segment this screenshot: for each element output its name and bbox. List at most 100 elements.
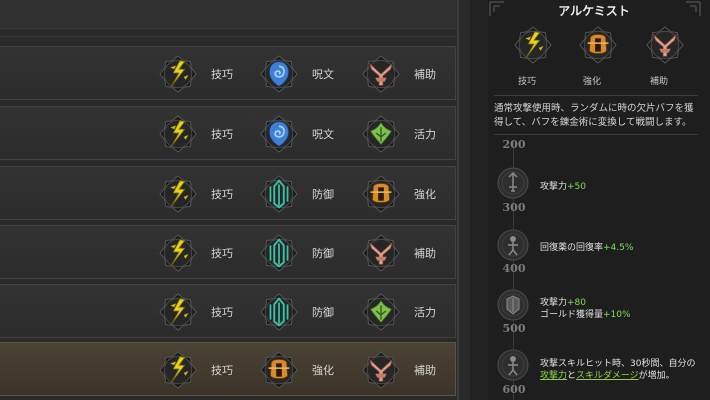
bonus-stat: 攻撃力 [540, 182, 568, 192]
class-description: 通常攻撃使用時、ランダムに時の欠片バフを獲得して、バフを錬金術に変換して戦闘しま… [494, 103, 694, 128]
bonus-stat: 攻撃力 [540, 298, 568, 308]
enhance-emblem-icon [362, 175, 400, 213]
trait-slot: 防御 [260, 175, 360, 213]
bonus-value: +80 [567, 298, 587, 308]
trait-slot: 呪文 [260, 55, 360, 93]
assist-emblem-icon [362, 55, 400, 93]
divider [494, 134, 698, 135]
trait-slot: 補助 [362, 55, 462, 93]
trait-label: 技巧 [211, 68, 233, 81]
level-number: 500 [502, 322, 526, 335]
trait-label: 補助 [414, 68, 436, 81]
trait-slot: 補助 [362, 234, 462, 272]
milestone-bonus: 攻撃力+50 [540, 181, 700, 193]
skill-emblem-icon [159, 175, 197, 213]
trait-label: 呪文 [312, 68, 334, 81]
bonus-stat: 回復薬の回復率 [540, 243, 604, 253]
bonus-text: が増加。 [638, 371, 675, 381]
trait-label: 防御 [312, 306, 334, 319]
vitality-emblem-icon [362, 293, 400, 331]
trait-label: 呪文 [312, 128, 334, 141]
trait-slot: 技巧 [159, 234, 259, 272]
trait-slot: 活力 [362, 115, 462, 153]
trait-label: 活力 [414, 128, 436, 141]
trait-slot: 補助 [362, 351, 462, 389]
class-row-4[interactable]: 技巧 防御 補助 [0, 225, 456, 279]
class-row-2[interactable]: 技巧 呪文 活力 [0, 106, 456, 160]
class-name-title: アルケミスト [558, 4, 630, 18]
list-header-bar [0, 0, 458, 29]
defense-emblem-icon [260, 293, 298, 331]
level-number: 600 [502, 383, 526, 396]
spell-emblem-icon [260, 115, 298, 153]
trait-label: 技巧 [211, 247, 233, 260]
trait-label: 防御 [312, 247, 334, 260]
milestone-bonus: 攻撃スキルヒット時、30秒間、自分の攻撃力とスキルダメージが増加。 [540, 358, 700, 382]
bonus-value: +10% [603, 310, 631, 320]
armor-medal-icon [497, 289, 529, 321]
trait-slot: 技巧 [159, 293, 259, 331]
trait-label: 活力 [414, 306, 436, 319]
detail-trait-label: 補助 [649, 77, 668, 87]
trait-slot: 技巧 [159, 351, 259, 389]
level-number: 400 [502, 262, 526, 275]
assist-emblem-icon [646, 26, 684, 64]
milestone-bonus: 回復薬の回復率+4.5% [540, 242, 700, 254]
spell-emblem-icon [260, 55, 298, 93]
trait-slot: 強化 [362, 175, 462, 213]
vitality-emblem-icon [362, 115, 400, 153]
attack-power-link[interactable]: 攻撃力 [540, 371, 567, 381]
trait-label: 技巧 [211, 364, 233, 377]
trait-label: 強化 [312, 364, 334, 377]
assist-emblem-icon [362, 234, 400, 272]
bonus-value: +4.5% [603, 243, 634, 253]
defense-emblem-icon [260, 234, 298, 272]
level-number: 300 [502, 201, 526, 214]
trait-label: 防御 [312, 188, 334, 201]
figure-medal-icon [497, 229, 529, 261]
bonus-value: +50 [567, 182, 587, 192]
skill-emblem-icon [159, 55, 197, 93]
enhance-emblem-icon [260, 351, 298, 389]
trait-slot: 呪文 [260, 115, 360, 153]
detail-trait-label: 強化 [582, 77, 601, 87]
detail-trait: 強化 [567, 26, 617, 87]
trait-slot: 技巧 [159, 175, 259, 213]
defense-emblem-icon [260, 175, 298, 213]
skill-emblem-icon [514, 26, 552, 64]
trait-slot: 技巧 [159, 115, 259, 153]
trait-label: 強化 [414, 188, 436, 201]
class-detail-panel: アルケミスト 技巧 強化 補助 通常攻撃使用時、ランダムに時の欠片バフを獲得して… [488, 0, 710, 400]
trait-combination-list: 技巧 呪文 補助 技巧 呪文 活力 技巧 防御 強化 技巧 防御 補助 技巧 防… [0, 0, 470, 400]
trait-slot: 強化 [260, 351, 360, 389]
skill-emblem-icon [159, 351, 197, 389]
skill-emblem-icon [159, 293, 197, 331]
trait-label: 補助 [414, 247, 436, 260]
bonus-stat: ゴールド獲得量 [540, 310, 604, 320]
class-row-3[interactable]: 技巧 防御 強化 [0, 166, 456, 220]
class-row-5[interactable]: 技巧 防御 活力 [0, 284, 456, 338]
bonus-text: 攻撃スキルヒット時、30秒間、自分の [540, 359, 696, 369]
trait-slot: 活力 [362, 293, 462, 331]
divider [0, 36, 458, 37]
trait-slot: 防御 [260, 293, 360, 331]
assist-emblem-icon [362, 351, 400, 389]
milestone-bonus: 攻撃力+80 ゴールド獲得量+10% [540, 297, 700, 321]
detail-trait: 補助 [634, 26, 684, 87]
trait-label: 技巧 [211, 128, 233, 141]
class-row-1[interactable]: 技巧 呪文 補助 [0, 46, 456, 100]
trait-label: 技巧 [211, 188, 233, 201]
bonus-text: と [567, 371, 577, 381]
level-number: 200 [502, 138, 526, 148]
detail-trait: 技巧 [502, 26, 552, 87]
class-row-6-selected[interactable]: 技巧 強化 補助 [0, 342, 456, 396]
skill-emblem-icon [159, 115, 197, 153]
detail-trait-label: 技巧 [517, 77, 536, 87]
figure-medal-icon [497, 349, 529, 381]
skill-damage-link[interactable]: スキルダメージ [576, 371, 639, 381]
enhance-emblem-icon [579, 26, 617, 64]
skill-emblem-icon [159, 234, 197, 272]
trait-slot: 技巧 [159, 55, 259, 93]
trait-slot: 防御 [260, 234, 360, 272]
sword-medal-icon [497, 167, 529, 199]
